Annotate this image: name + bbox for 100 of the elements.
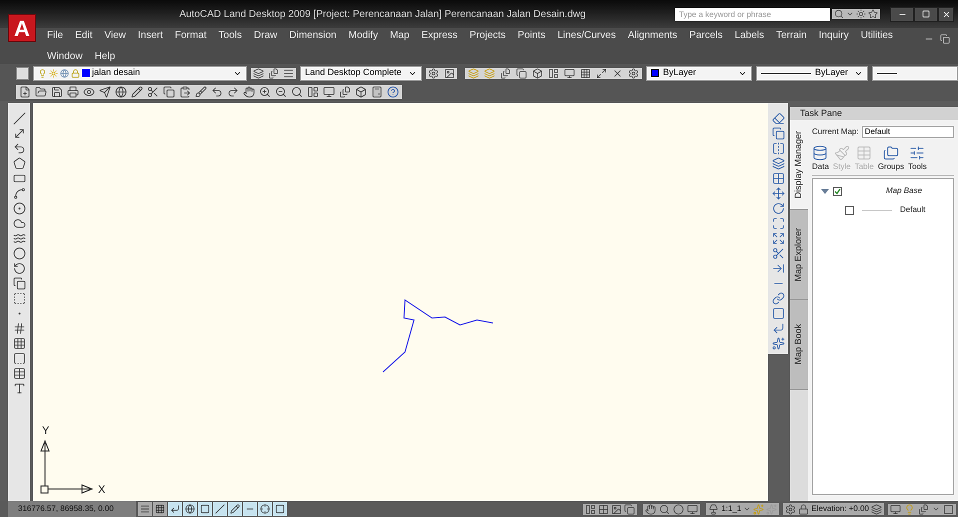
properties-icon[interactable] <box>307 86 319 98</box>
globe-icon[interactable] <box>115 86 127 98</box>
checkbox[interactable] <box>833 186 842 196</box>
explode-icon[interactable] <box>772 337 784 350</box>
cut-icon[interactable] <box>147 86 159 98</box>
settings-icon[interactable] <box>428 68 439 78</box>
redo-icon[interactable] <box>227 86 239 98</box>
menu-item[interactable]: Lines/Curves <box>557 28 616 43</box>
checkbox[interactable] <box>845 206 854 214</box>
layer-state-icon[interactable] <box>268 68 279 78</box>
help-icon[interactable] <box>387 86 399 98</box>
show-motion-icon[interactable] <box>687 504 698 514</box>
new-file-icon[interactable] <box>19 86 31 98</box>
gradient-icon[interactable] <box>12 337 26 350</box>
pencil-icon[interactable] <box>131 86 143 98</box>
menu-item[interactable]: Express <box>421 28 458 43</box>
move-icon[interactable] <box>772 187 784 200</box>
lightbulb-icon[interactable] <box>904 504 915 514</box>
tool-button[interactable]: Tools <box>908 145 927 173</box>
insert-block-icon[interactable] <box>12 277 26 290</box>
menu-item[interactable]: Edit <box>75 28 92 43</box>
table-icon[interactable] <box>12 367 26 380</box>
layout-icon[interactable] <box>611 504 622 514</box>
mirror-icon[interactable] <box>772 142 784 155</box>
menu-item[interactable]: Window <box>47 49 83 64</box>
zoom-out-icon[interactable] <box>275 86 287 98</box>
menu-item[interactable]: Utilities <box>860 28 893 43</box>
tool-button[interactable]: Groups <box>878 145 904 173</box>
menu-item[interactable]: File <box>47 28 64 43</box>
rotate-icon[interactable] <box>772 202 784 215</box>
spline-icon[interactable] <box>12 232 26 245</box>
search-icon[interactable] <box>834 9 844 19</box>
print-icon[interactable] <box>67 86 79 98</box>
menu-item[interactable]: Points <box>518 28 546 43</box>
stretch-icon[interactable] <box>772 232 784 245</box>
fillet-icon[interactable] <box>772 322 784 335</box>
menu-item[interactable]: Format <box>174 28 207 43</box>
model-icon[interactable] <box>585 504 596 514</box>
calculator-icon[interactable] <box>371 86 383 98</box>
vertical-tab[interactable]: Map Explorer <box>790 210 808 300</box>
dynamic-ucs-icon[interactable] <box>230 504 240 514</box>
paste-icon[interactable] <box>179 86 191 98</box>
drawing-canvas[interactable]: Y X <box>33 103 768 501</box>
menu-item[interactable]: Alignments <box>628 28 678 43</box>
tool-palette-icon[interactable] <box>339 86 351 98</box>
construction-line-icon[interactable] <box>12 127 26 140</box>
arc-icon[interactable] <box>12 187 26 200</box>
extend-icon[interactable] <box>772 262 784 275</box>
eraser-icon[interactable] <box>772 112 784 125</box>
copy-icon[interactable] <box>163 86 175 98</box>
join-icon[interactable] <box>772 292 784 305</box>
current-map-dropdown[interactable]: Default <box>862 126 954 138</box>
settings-icon[interactable] <box>628 68 639 78</box>
array-icon[interactable] <box>772 172 784 185</box>
viewport-icon[interactable] <box>564 68 575 78</box>
design-center-icon[interactable] <box>323 86 335 98</box>
object-snap-icon[interactable] <box>200 504 210 514</box>
favorites-icon[interactable] <box>868 9 878 19</box>
fullscreen-icon[interactable] <box>943 504 954 514</box>
layers-icon[interactable] <box>871 504 882 514</box>
line-icon[interactable] <box>12 112 26 125</box>
menu-item[interactable]: Modify <box>348 28 378 43</box>
scale-icon[interactable] <box>772 217 784 230</box>
grid-icon[interactable] <box>580 68 591 78</box>
snap-icon[interactable] <box>140 504 150 514</box>
make-block-icon[interactable] <box>12 292 26 305</box>
text-icon[interactable] <box>12 382 26 395</box>
hatch-icon[interactable] <box>12 322 26 335</box>
menu-item[interactable]: Draw <box>254 28 278 43</box>
menu-item[interactable]: Tools <box>218 28 242 43</box>
undo-icon[interactable] <box>211 86 223 98</box>
monitor-icon[interactable] <box>890 504 901 514</box>
layer-dropdown[interactable]: jalan desain <box>33 66 247 80</box>
menu-item[interactable]: Dimension <box>289 28 336 43</box>
files-icon[interactable] <box>918 504 929 514</box>
chamfer-icon[interactable] <box>772 307 784 320</box>
quick-properties-icon[interactable] <box>275 504 285 514</box>
caret-icon[interactable] <box>932 505 940 513</box>
maximize-button[interactable] <box>914 6 938 22</box>
menu-item[interactable]: Help <box>94 49 116 64</box>
layout-icon[interactable] <box>598 504 610 514</box>
layer-properties-icon[interactable] <box>16 66 29 80</box>
ellipse-arc-icon[interactable] <box>12 262 26 275</box>
ortho-icon[interactable] <box>170 504 180 514</box>
menu-item[interactable]: Terrain <box>776 28 807 43</box>
dropdown[interactable]: ByLayer <box>756 66 868 80</box>
dropdown[interactable]: ByLayer <box>646 66 752 80</box>
publish-icon[interactable] <box>99 86 111 98</box>
search-icon[interactable] <box>291 86 303 98</box>
dropdown[interactable]: Land Desktop Complete <box>300 66 422 80</box>
vertical-tab[interactable]: Display Manager <box>790 120 808 210</box>
grid-icon[interactable] <box>155 504 165 514</box>
open-folder-icon[interactable] <box>35 86 47 98</box>
lock-icon[interactable] <box>798 504 810 514</box>
lineweight-dropdown[interactable] <box>872 66 958 80</box>
settings-icon[interactable] <box>785 504 796 514</box>
menu-item[interactable]: Parcels <box>689 28 723 43</box>
ellipse-icon[interactable] <box>12 247 26 260</box>
preview-icon[interactable] <box>83 86 95 98</box>
zoom-icon[interactable] <box>659 504 670 514</box>
